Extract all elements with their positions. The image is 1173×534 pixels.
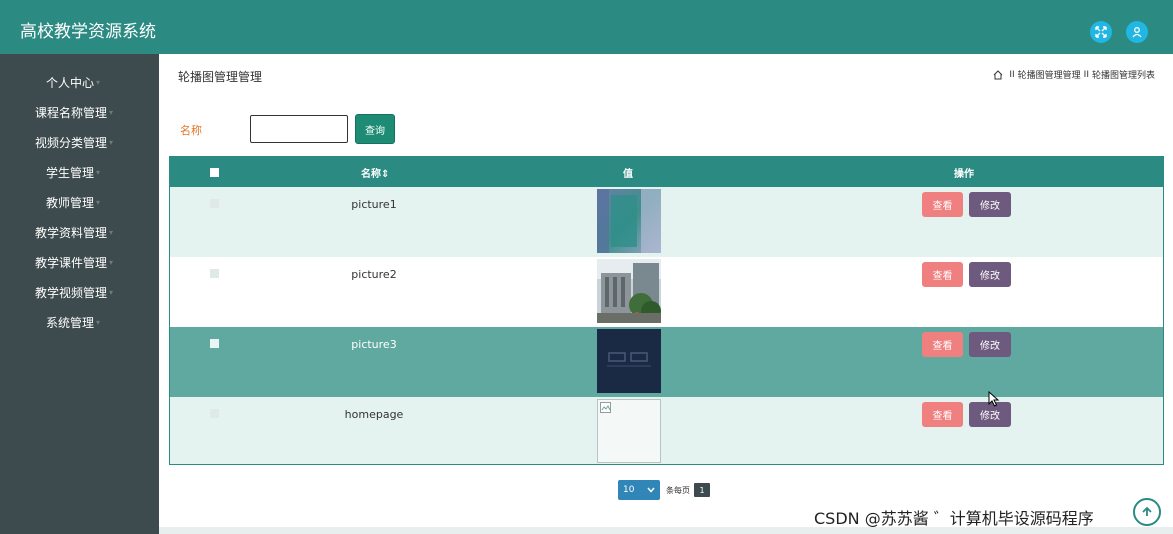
table-row: picture3 查看 修改 [170,327,1163,397]
sidebar-item-label: 教学视频管理 [35,285,108,300]
table-header: 名称⇕ 值 操作 [170,157,1163,187]
breadcrumb-separator: II [1009,69,1015,80]
page-size-select[interactable]: 10 [618,480,660,500]
view-button[interactable]: 查看 [922,332,963,357]
row-image [597,329,661,393]
app-title: 高校教学资源系统 [20,22,156,42]
select-all-checkbox[interactable] [210,168,219,177]
row-name: picture3 [351,338,397,351]
breadcrumb-item[interactable]: 轮播图管理列表 [1092,68,1155,81]
row-checkbox[interactable] [210,269,219,278]
table-row: picture1 查看 修改 [170,187,1163,257]
mouse-cursor-icon [988,391,1000,407]
chevron-down-icon: ▾ [96,197,101,207]
breadcrumb-item[interactable]: 轮播图管理管理 [1018,68,1081,81]
column-header-name[interactable]: 名称⇕ [361,165,389,180]
page-number-button[interactable]: 1 [694,483,710,497]
watermark-text: CSDN @苏苏酱 ゛计算机毕设源码程序 [814,509,1094,528]
view-button[interactable]: 查看 [922,192,963,217]
edit-button[interactable]: 修改 [969,262,1011,287]
home-icon[interactable] [993,69,1003,80]
sidebar-item-label: 系统管理 [46,315,95,330]
chevron-down-icon: ▾ [96,317,101,327]
sidebar-item-label: 学生管理 [46,165,95,180]
column-header-value: 值 [623,169,633,180]
table-row: picture2 查看 修改 [170,257,1163,327]
sidebar-item-system[interactable]: 系统管理 ▾ [0,309,159,335]
arrow-up-icon [1142,506,1152,516]
sidebar-item-teaching-materials[interactable]: 教学资料管理 ▾ [0,219,159,245]
sort-icon: ⇕ [381,169,390,180]
view-button[interactable]: 查看 [922,402,963,427]
sidebar-item-label: 教学资料管理 [35,225,108,240]
sidebar-item-video-categories[interactable]: 视频分类管理 ▾ [0,129,159,155]
broken-image-icon [597,399,661,463]
chevron-down-icon: ▾ [109,257,114,267]
fullscreen-icon[interactable] [1090,21,1112,43]
per-page-label: 条每页 [666,485,690,495]
sidebar-item-teaching-videos[interactable]: 教学视频管理 ▾ [0,279,159,305]
chevron-down-icon: ▾ [109,227,114,237]
column-header-actions: 操作 [954,169,974,180]
name-search-label: 名称 [180,124,202,137]
row-image [597,259,661,323]
sidebar-item-course-names[interactable]: 课程名称管理 ▾ [0,99,159,125]
breadcrumb-separator: II [1083,69,1089,80]
row-name: picture1 [351,198,397,211]
row-checkbox[interactable] [210,199,219,208]
page-size-value: 10 [623,485,635,495]
sidebar-item-teachers[interactable]: 教师管理 ▾ [0,189,159,215]
pagination: 10 条每页 1 [618,480,710,500]
row-image [597,189,661,253]
sidebar: 个人中心 ▾ 课程名称管理 ▾ 视频分类管理 ▾ 学生管理 ▾ 教师管理 ▾ 教学资料管理… [0,54,159,534]
row-name: picture2 [351,268,397,281]
row-checkbox[interactable] [210,409,219,418]
sidebar-item-label: 视频分类管理 [35,135,108,150]
chevron-down-icon: ▾ [96,167,101,177]
edit-button[interactable]: 修改 [969,332,1011,357]
sidebar-item-courseware[interactable]: 教学课件管理 ▾ [0,249,159,275]
sidebar-item-label: 课程名称管理 [35,105,108,120]
chevron-down-icon: ▾ [109,287,114,297]
sidebar-item-label: 教学课件管理 [35,255,108,270]
table-row: homepage 查看 修改 [170,397,1163,464]
row-checkbox[interactable] [210,339,219,348]
user-icon[interactable] [1126,21,1148,43]
sidebar-item-label: 教师管理 [46,195,95,210]
chevron-down-icon: ▾ [109,107,114,117]
chevron-down-icon [647,487,655,493]
page-title: 轮播图管理管理 [178,70,263,84]
breadcrumb: II 轮播图管理管理 II 轮播图管理列表 [993,68,1155,81]
sidebar-item-personal-center[interactable]: 个人中心 ▾ [0,69,159,95]
sidebar-item-students[interactable]: 学生管理 ▾ [0,159,159,185]
view-button[interactable]: 查看 [922,262,963,287]
chevron-down-icon: ▾ [96,77,101,87]
row-name: homepage [344,408,404,421]
edit-button[interactable]: 修改 [969,192,1011,217]
column-header-label: 名称 [361,169,381,180]
query-button[interactable]: 查询 [355,114,395,144]
data-table: 名称⇕ 值 操作 picture1 查看 修改 picture2 查看 修改 p… [169,156,1164,465]
back-to-top-button[interactable] [1133,498,1161,526]
top-bar: 高校教学资源系统 [0,0,1173,54]
name-search-input[interactable] [250,115,348,143]
chevron-down-icon: ▾ [109,137,114,147]
sidebar-item-label: 个人中心 [46,75,95,90]
